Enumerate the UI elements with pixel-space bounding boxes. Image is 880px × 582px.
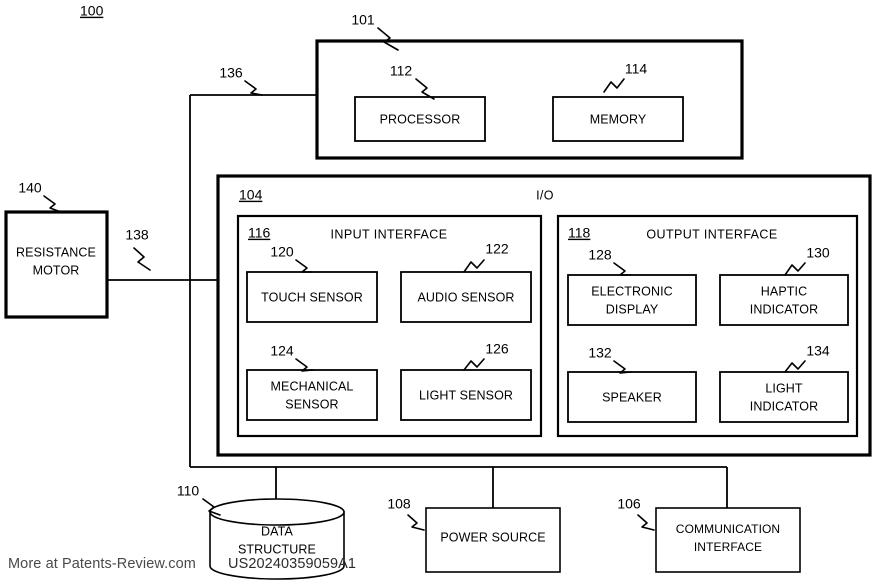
leader-106 <box>637 514 655 531</box>
leader-136 <box>244 80 263 96</box>
mechanical-sensor-label-line2: SENSOR <box>285 397 338 411</box>
leader-108 <box>407 514 425 531</box>
output-interface-title: OUTPUT INTERFACE <box>646 227 777 241</box>
mechanical-sensor-label-line1: MECHANICAL <box>271 379 354 393</box>
ref-100: 100 <box>80 3 104 19</box>
speaker-label: SPEAKER <box>602 390 662 404</box>
ref-116: 116 <box>248 225 271 241</box>
memory-label: MEMORY <box>590 112 647 126</box>
electronic-display-box <box>567 274 697 326</box>
ref-126: 126 <box>485 341 509 357</box>
communication-interface-label-line2: INTERFACE <box>694 540 762 554</box>
light-sensor-label: LIGHT SENSOR <box>419 388 513 402</box>
light-indicator-label-line1: LIGHT <box>765 381 803 395</box>
ref-120: 120 <box>270 244 294 260</box>
io-title: I/O <box>536 188 554 202</box>
data-structure-cylinder-top <box>209 498 345 526</box>
mechanical-sensor-box <box>246 369 378 421</box>
ref-110: 110 <box>177 483 200 499</box>
ref-134: 134 <box>806 343 830 359</box>
ref-108: 108 <box>387 496 411 512</box>
ref-118: 118 <box>568 225 591 241</box>
ref-122: 122 <box>485 241 509 257</box>
power-source-label: POWER SOURCE <box>440 530 545 544</box>
audio-sensor-label: AUDIO SENSOR <box>417 290 514 304</box>
ref-138: 138 <box>125 227 149 243</box>
watermark-source: More at Patents-Review.com <box>8 556 196 572</box>
ref-136: 136 <box>219 65 243 81</box>
ref-101: 101 <box>351 12 375 28</box>
patent-figure-page: PROCESSOR MEMORY I/O INPUT INTERFACE TOU… <box>0 0 880 582</box>
leader-140 <box>43 195 62 213</box>
data-structure-label-line1: DATA <box>261 524 293 538</box>
watermark-publication-number: US20240359059A1 <box>228 556 357 572</box>
input-interface-title: INPUT INTERFACE <box>331 227 448 241</box>
patent-block-diagram: PROCESSOR MEMORY I/O INPUT INTERFACE TOU… <box>4 3 872 580</box>
electronic-display-label-line1: ELECTRONIC <box>591 284 673 298</box>
ref-106: 106 <box>617 496 641 512</box>
touch-sensor-label: TOUCH SENSOR <box>261 290 363 304</box>
haptic-indicator-label-line2: INDICATOR <box>750 302 819 316</box>
ref-128: 128 <box>588 247 612 263</box>
processor-label: PROCESSOR <box>380 112 461 126</box>
communication-interface-label-line1: COMMUNICATION <box>676 522 780 536</box>
data-structure-label-line2: STRUCTURE <box>238 542 316 556</box>
electronic-display-label-line2: DISPLAY <box>606 302 659 316</box>
ref-140: 140 <box>18 180 42 196</box>
ref-112: 112 <box>390 63 413 79</box>
resistance-motor-label-line2: MOTOR <box>33 263 80 277</box>
leader-138 <box>133 247 151 271</box>
light-indicator-box <box>719 371 849 423</box>
ref-130: 130 <box>806 245 830 261</box>
haptic-indicator-label-line1: HAPTIC <box>761 284 807 298</box>
ref-132: 132 <box>588 345 612 361</box>
ref-124: 124 <box>270 343 294 359</box>
resistance-motor-label-line1: RESISTANCE <box>16 245 96 259</box>
ref-104: 104 <box>239 187 263 203</box>
light-indicator-label-line2: INDICATOR <box>750 399 819 413</box>
haptic-indicator-box <box>719 274 849 326</box>
ref-114: 114 <box>625 61 648 77</box>
